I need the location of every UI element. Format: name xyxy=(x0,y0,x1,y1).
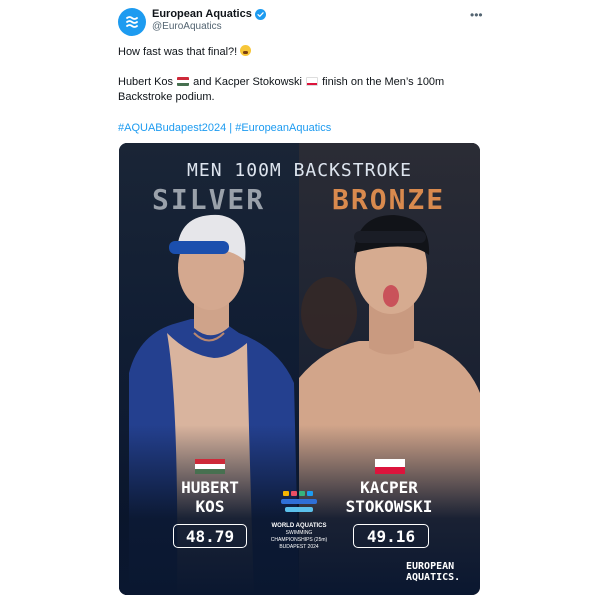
world-aquatics-logo-icon xyxy=(281,491,317,512)
author-handle[interactable]: @EuroAquatics xyxy=(152,21,266,32)
astonished-face-emoji-icon xyxy=(240,45,252,56)
tweet-card: European Aquatics @EuroAquatics ••• How … xyxy=(0,0,600,600)
european-aquatics-logo-icon xyxy=(126,16,138,28)
european-aquatics-brand: EUROPEAN AQUATICS. xyxy=(406,561,460,583)
poland-flag-icon xyxy=(306,77,319,86)
wc-line2: SWIMMING xyxy=(285,530,313,536)
athlete-stokowski-mention: and Kacper Stokowski xyxy=(193,76,302,88)
wc-line1: WORLD AQUATICS xyxy=(271,523,327,529)
athlete-left-first: HUBERT xyxy=(181,478,239,497)
athlete-right-name: KACPER STOKOWSKI xyxy=(324,478,454,516)
tweet-text-line2: Hubert Kos and Kacper Stokowski finish o… xyxy=(118,75,468,105)
poland-flag-icon xyxy=(375,459,405,474)
tweet-question: How fast was that final?! xyxy=(118,46,238,58)
verified-badge-icon xyxy=(254,8,266,20)
athlete-left-time: 48.79 xyxy=(173,524,247,548)
tweet-text-line1: How fast was that final?! xyxy=(118,45,468,60)
world-aquatics-text: WORLD AQUATICS SWIMMING CHAMPIONSHIPS (2… xyxy=(258,523,340,551)
athlete-right-last: STOKOWSKI xyxy=(345,497,433,516)
athlete-left-last: KOS xyxy=(195,497,225,516)
athlete-left-name: HUBERT KOS xyxy=(145,478,275,516)
brand-line1: EUROPEAN xyxy=(406,561,455,572)
avatar[interactable] xyxy=(118,8,146,36)
athlete-right-first: KACPER xyxy=(360,478,418,497)
medal-bronze-label: BRONZE xyxy=(332,183,446,216)
event-title: MEN 100M BACKSTROKE xyxy=(187,160,412,181)
brand-line2: AQUATICS. xyxy=(406,572,461,583)
author-name[interactable]: European Aquatics xyxy=(152,8,252,20)
tweet-media-image[interactable]: MEN 100M BACKSTROKE SILVER BRONZE HUBERT… xyxy=(119,143,480,595)
athlete-kos-mention: Hubert Kos xyxy=(118,76,174,88)
wc-line3: CHAMPIONSHIPS (25m) xyxy=(270,537,328,543)
hungary-flag-icon xyxy=(177,77,190,86)
author-block: European Aquatics @EuroAquatics xyxy=(152,8,266,32)
more-options-icon[interactable]: ••• xyxy=(470,8,483,22)
medal-silver-label: SILVER xyxy=(152,183,266,216)
athlete-right-time: 49.16 xyxy=(353,524,429,548)
hungary-flag-icon xyxy=(195,459,225,474)
hashtags[interactable]: #AQUABudapest2024 | #EuropeanAquatics xyxy=(118,121,468,136)
wc-line4: BUDAPEST 2024 xyxy=(279,544,319,550)
